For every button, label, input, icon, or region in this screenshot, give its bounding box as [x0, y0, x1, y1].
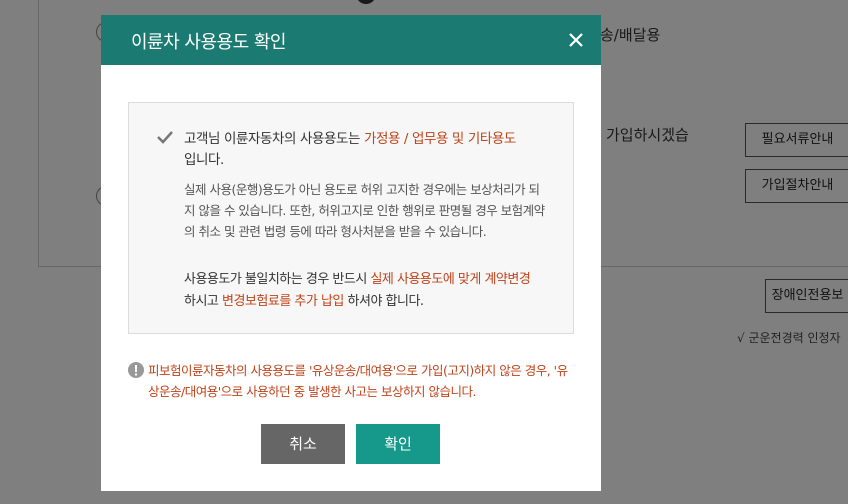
usage-statement: 고객님 이륜자동차의 사용용도는 가정용 / 업무용 및 기타용도 입니다. [184, 129, 564, 171]
usage-confirm-modal: 이륜차 사용용도 확인 고객님 이륜자동차의 사용용도는 가정용 / 업무용 및… [101, 15, 601, 491]
instruction-part1: 사용용도가 불일치하는 경우 반드시 [184, 272, 371, 287]
cancel-button[interactable]: 취소 [261, 424, 345, 464]
check-icon [157, 131, 173, 144]
confirm-button[interactable]: 확인 [356, 424, 440, 464]
instruction-part3: 하셔야 합니다. [343, 294, 425, 309]
usage-highlight: 가정용 / 업무용 및 기타용도 [363, 131, 516, 147]
info-box: 고객님 이륜자동차의 사용용도는 가정용 / 업무용 및 기타용도 입니다. 실… [128, 102, 574, 334]
warning-icon [128, 362, 144, 378]
close-button[interactable] [563, 27, 589, 53]
warning-text: 피보험이륜자동차의 사용용도를 '유상운송/대여용'으로 가입(고지)하지 않은… [148, 363, 568, 399]
modal-title: 이륜차 사용용도 확인 [131, 32, 286, 53]
instruction-part2: 하시고 [184, 294, 223, 309]
close-icon [569, 33, 583, 47]
false-report-notice: 실제 사용(운행)용도가 아닌 용도로 허위 고지한 경우에는 보상처리가 되지… [184, 182, 545, 239]
usage-prefix: 고객님 이륜자동차의 사용용도는 [184, 131, 364, 147]
usage-suffix: 입니다. [184, 152, 224, 168]
modal-header: 이륜차 사용용도 확인 [101, 15, 601, 65]
instruction-highlight1: 실제 사용용도에 맞게 계약변경 [370, 272, 531, 287]
change-instruction: 사용용도가 불일치하는 경우 반드시 실제 사용용도에 맞게 계약변경 하시고 … [184, 269, 564, 313]
instruction-highlight2: 변경보험료를 추가 납입 [222, 294, 344, 309]
